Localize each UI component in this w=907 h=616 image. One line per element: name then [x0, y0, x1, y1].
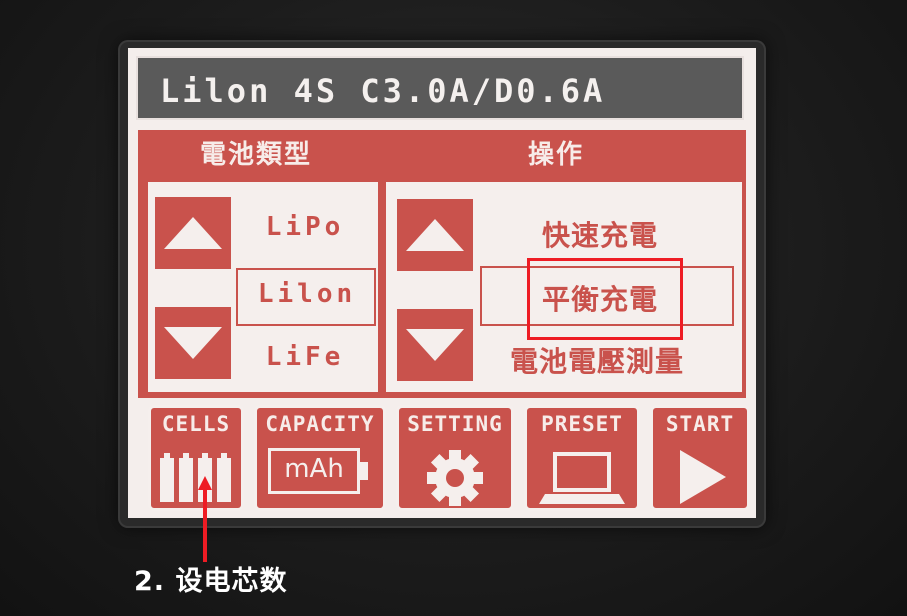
- laptop-icon: [539, 452, 625, 504]
- status-title: Lilon 4S C3.0A/D0.6A: [160, 72, 606, 110]
- operation-down-button[interactable]: [394, 306, 476, 384]
- device-screen: Lilon 4S C3.0A/D0.6A 電池類型 操作 LiPo Lilon …: [128, 48, 756, 518]
- capacity-label: CAPACITY: [265, 412, 375, 436]
- status-title-bar: Lilon 4S C3.0A/D0.6A: [136, 56, 744, 120]
- arrow-down-icon: [164, 327, 222, 359]
- capacity-button[interactable]: CAPACITY mAh: [254, 405, 386, 511]
- cells-button[interactable]: CELLS: [148, 405, 244, 511]
- battery-type-down-button[interactable]: [152, 304, 234, 382]
- preset-label: PRESET: [541, 412, 623, 436]
- arrow-up-icon: [164, 217, 222, 249]
- battery-type-header: 電池類型: [200, 140, 313, 170]
- gear-icon: [427, 450, 483, 506]
- operation-option-fast-charge[interactable]: 快速充電: [542, 214, 658, 254]
- battery-type-up-button[interactable]: [152, 194, 234, 272]
- battery-cells-icon: [160, 453, 231, 502]
- battery-option-life[interactable]: LiFe: [240, 342, 370, 372]
- battery-option-lilon[interactable]: Lilon: [240, 279, 374, 309]
- play-icon: [680, 450, 726, 504]
- operation-header: 操作: [528, 140, 585, 170]
- start-button[interactable]: START: [650, 405, 750, 511]
- setting-button[interactable]: SETTING: [396, 405, 514, 511]
- cells-label: CELLS: [161, 412, 231, 436]
- arrow-down-icon: [406, 329, 464, 361]
- annotation-text: 2. 设电芯数: [134, 566, 288, 597]
- setting-label: SETTING: [407, 412, 503, 436]
- preset-button[interactable]: PRESET: [524, 405, 640, 511]
- start-label: START: [665, 412, 735, 436]
- battery-type-list: LiPo Lilon LiFe: [148, 182, 378, 392]
- battery-option-lipo[interactable]: LiPo: [240, 212, 370, 242]
- battery-capacity-icon: mAh: [268, 448, 372, 498]
- operation-up-button[interactable]: [394, 196, 476, 274]
- operation-option-voltage-measure[interactable]: 電池電壓測量: [510, 340, 684, 380]
- capacity-unit: mAh: [284, 454, 344, 484]
- annotation-arrow-icon: [198, 476, 212, 562]
- arrow-up-icon: [406, 219, 464, 251]
- annotation-highlight-box: [527, 258, 683, 340]
